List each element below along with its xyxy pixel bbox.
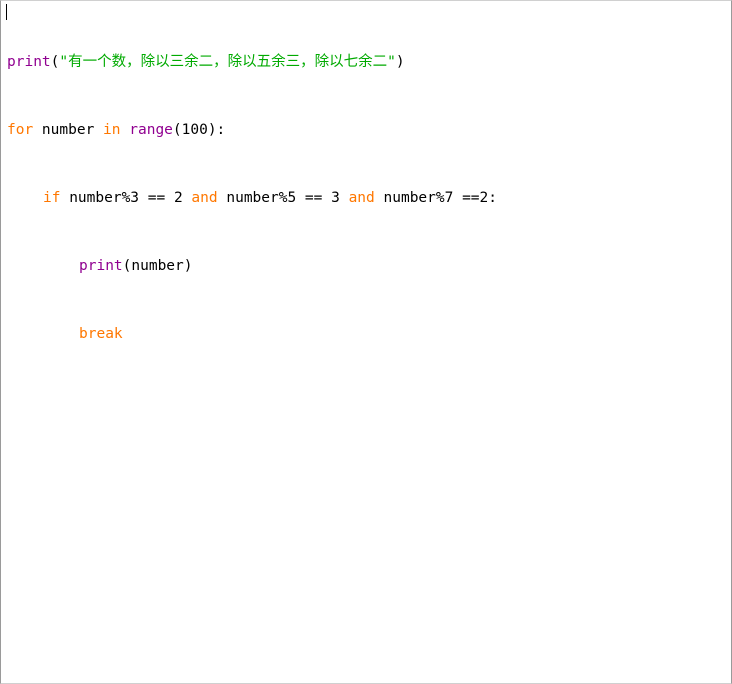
- plain-token: (100):: [172, 122, 226, 138]
- plain-token: number%7 ==2:: [374, 190, 498, 206]
- plain-token: number%3 == 2: [60, 190, 192, 206]
- keyword-token: and: [191, 190, 218, 206]
- builtin-token: print: [79, 258, 123, 274]
- code-line[interactable]: print(number): [7, 258, 497, 275]
- keyword-token: for: [7, 122, 34, 138]
- code-line[interactable]: break: [7, 326, 497, 343]
- keyword-token: and: [348, 190, 375, 206]
- plain-token: number%5 == 3: [217, 190, 349, 206]
- keyword-token: if: [43, 190, 61, 206]
- plain-token: (number): [122, 258, 193, 274]
- code-line[interactable]: if number%3 == 2 and number%5 == 3 and n…: [7, 190, 497, 207]
- builtin-token: print: [7, 54, 51, 70]
- code-line[interactable]: print("有一个数，除以三余二，除以五余三，除以七余二"): [7, 54, 497, 71]
- builtin-token: range: [129, 122, 173, 138]
- keyword-token: in: [103, 122, 121, 138]
- code-line[interactable]: for number in range(100):: [7, 122, 497, 139]
- code-area[interactable]: print("有一个数，除以三余二，除以五余三，除以七余二") for numb…: [7, 3, 497, 377]
- plain-token: number: [33, 122, 104, 138]
- string-token: "有一个数，除以三余二，除以五余三，除以七余二": [59, 54, 396, 70]
- keyword-token: break: [79, 326, 123, 342]
- plain-token: ): [395, 54, 405, 70]
- code-editor[interactable]: print("有一个数，除以三余二，除以五余三，除以七余二") for numb…: [0, 0, 732, 684]
